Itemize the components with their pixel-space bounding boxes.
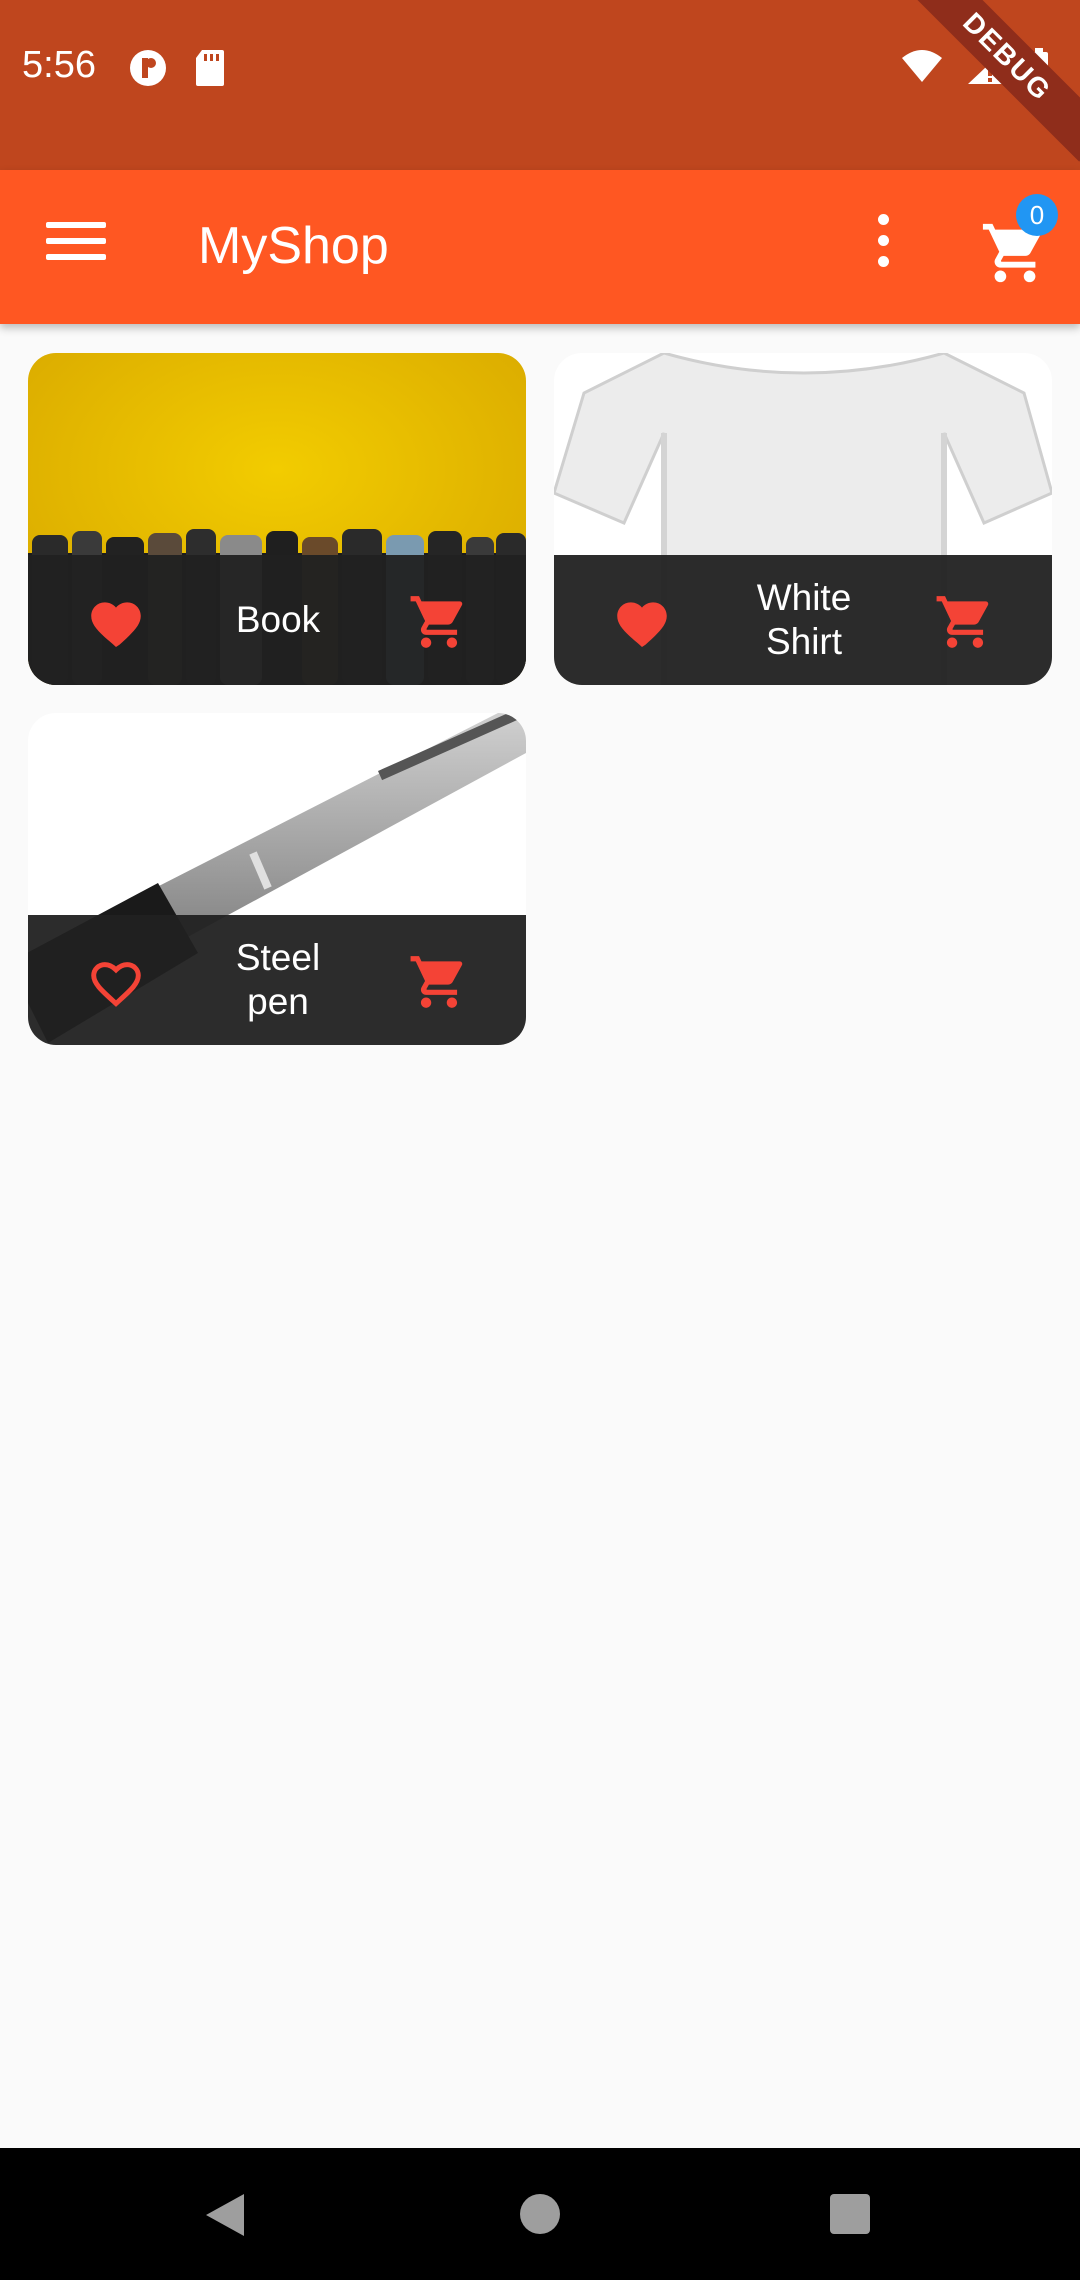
add-to-cart-icon[interactable]: [934, 591, 996, 653]
recent-apps-square-icon[interactable]: [830, 2194, 870, 2234]
product-title: Steel pen: [158, 915, 398, 1045]
hamburger-menu-icon[interactable]: [46, 222, 106, 272]
back-triangle-icon[interactable]: [204, 2192, 246, 2238]
add-to-cart-icon[interactable]: [408, 951, 470, 1013]
system-nav-bar: [0, 2148, 1080, 2280]
product-title: Book: [158, 555, 398, 685]
cart-count-badge: 0: [1016, 194, 1058, 236]
app-bar: MyShop 0: [0, 170, 1080, 324]
more-vert-icon[interactable]: [868, 214, 898, 278]
favorite-filled-icon[interactable]: [612, 595, 672, 647]
product-tile-white-shirt[interactable]: White Shirt: [554, 353, 1052, 685]
favorite-filled-icon[interactable]: [86, 595, 146, 647]
notification-p-icon: [130, 50, 166, 86]
tile-footer: Book: [28, 555, 526, 685]
product-tile-steel-pen[interactable]: Steel pen: [28, 713, 526, 1045]
product-title-text: Book: [235, 599, 321, 640]
status-left-icons: [128, 48, 226, 88]
wifi-icon: [902, 50, 942, 82]
favorite-outline-icon[interactable]: [86, 955, 146, 1007]
product-title: White Shirt: [684, 555, 924, 685]
add-to-cart-icon[interactable]: [408, 591, 470, 653]
app-title: MyShop: [198, 217, 389, 275]
tile-footer: White Shirt: [554, 555, 1052, 685]
status-bar: 5:56 DEBUG: [0, 0, 1080, 170]
sd-card-icon: [196, 50, 224, 86]
product-title-text: Steel pen: [235, 937, 321, 1022]
product-tile-book[interactable]: Book: [28, 353, 526, 685]
home-circle-icon[interactable]: [520, 2194, 560, 2234]
tile-footer: Steel pen: [28, 915, 526, 1045]
status-time: 5:56: [22, 44, 96, 86]
product-title-text: White Shirt: [756, 577, 852, 662]
